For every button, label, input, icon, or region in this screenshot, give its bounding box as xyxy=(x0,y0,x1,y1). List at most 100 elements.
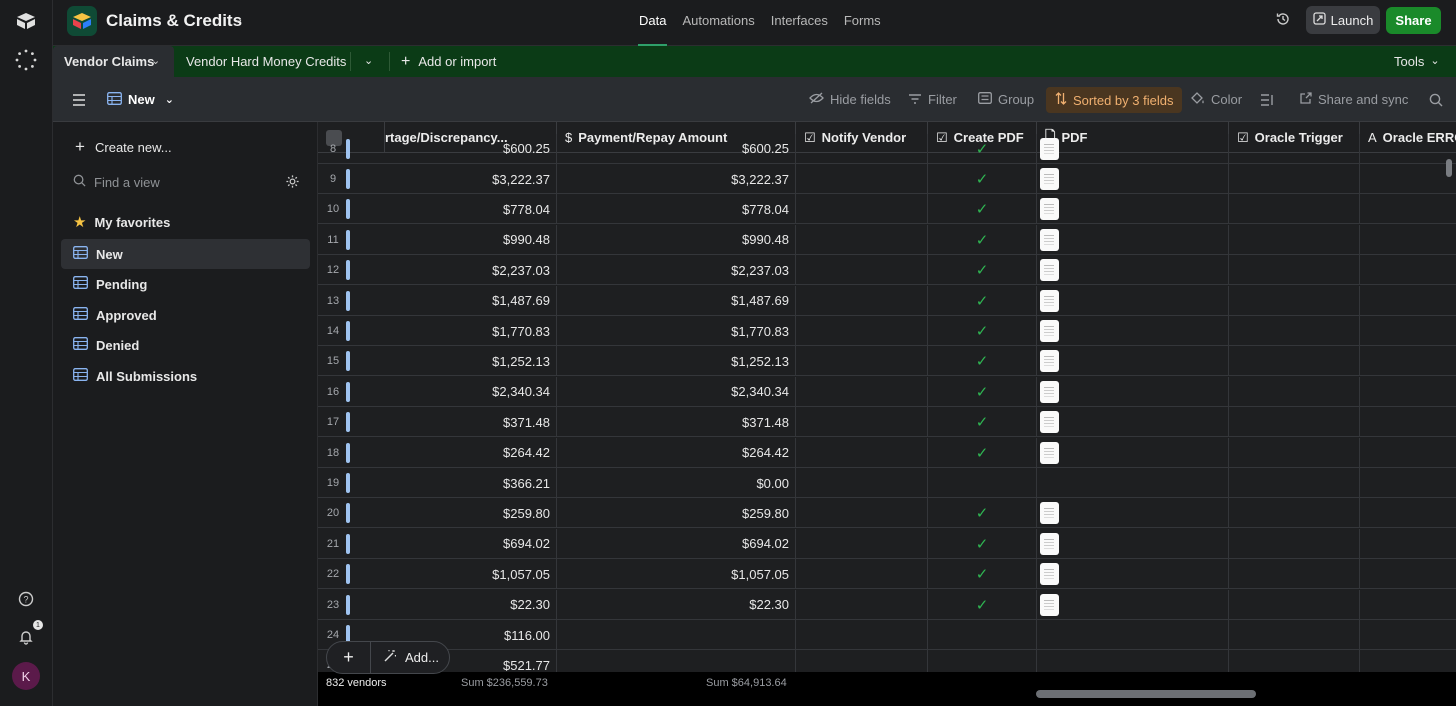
sidebar-view-pending[interactable]: Pending xyxy=(61,269,310,299)
sort-button[interactable]: Sorted by 3 fields xyxy=(1046,87,1183,113)
create-pdf-cell[interactable]: ✓ xyxy=(928,133,1037,164)
shortage-cell[interactable]: $1,487.69 xyxy=(385,285,557,316)
color-button[interactable]: Color xyxy=(1190,77,1242,122)
payment-cell[interactable]: $1,057.05 xyxy=(557,559,796,590)
create-pdf-cell[interactable]: ✓ xyxy=(928,498,1037,529)
table-row[interactable]: 9 $3,222.37 $3,222.37 ✓ xyxy=(318,164,1456,194)
pdf-thumbnail[interactable] xyxy=(1040,137,1059,160)
oracle-error-cell[interactable] xyxy=(1360,529,1456,559)
notify-vendor-cell[interactable] xyxy=(796,528,928,559)
pdf-thumbnail[interactable] xyxy=(1040,380,1059,403)
shortage-cell[interactable]: $366.21 xyxy=(385,468,557,498)
view-switcher[interactable]: New ⌄ xyxy=(107,77,174,122)
create-pdf-cell[interactable]: ✓ xyxy=(928,437,1037,468)
table-row[interactable]: 13 $1,487.69 $1,487.69 ✓ xyxy=(318,285,1456,316)
pdf-cell[interactable] xyxy=(1037,316,1229,346)
oracle-error-cell[interactable] xyxy=(1360,438,1456,468)
sidebar-view-approved[interactable]: Approved xyxy=(61,300,310,330)
oracle-error-cell[interactable] xyxy=(1360,559,1456,589)
create-pdf-cell[interactable]: ✓ xyxy=(928,194,1037,225)
payment-cell[interactable]: $259.80 xyxy=(557,498,796,529)
oracle-trigger-cell[interactable] xyxy=(1229,620,1360,650)
create-pdf-cell[interactable]: ✓ xyxy=(928,407,1037,438)
payment-cell[interactable]: $2,237.03 xyxy=(557,255,796,286)
notify-vendor-cell[interactable] xyxy=(796,407,928,438)
shortage-cell[interactable]: $694.02 xyxy=(385,528,557,559)
create-pdf-cell[interactable] xyxy=(928,650,1037,672)
pdf-thumbnail[interactable] xyxy=(1040,168,1059,190)
shortage-cell[interactable]: $990.48 xyxy=(385,224,557,255)
table-row[interactable]: 21 $694.02 $694.02 ✓ xyxy=(318,528,1456,559)
table-row[interactable]: 25$521.77 xyxy=(318,650,1456,672)
notify-vendor-cell[interactable] xyxy=(796,316,928,346)
oracle-error-cell[interactable] xyxy=(1360,225,1456,255)
row-height-icon[interactable] xyxy=(1260,77,1274,122)
create-pdf-cell[interactable] xyxy=(928,468,1037,498)
pdf-thumbnail[interactable] xyxy=(1040,502,1059,525)
pdf-thumbnail[interactable] xyxy=(1040,259,1059,282)
oracle-trigger-cell[interactable] xyxy=(1229,224,1360,255)
oracle-trigger-cell[interactable] xyxy=(1229,133,1360,164)
pdf-cell[interactable] xyxy=(1037,620,1229,650)
pdf-cell[interactable] xyxy=(1037,650,1229,672)
table-row[interactable]: 15 $1,252.13 $1,252.13 ✓ xyxy=(318,346,1456,377)
oracle-error-cell[interactable] xyxy=(1360,164,1456,194)
notify-vendor-cell[interactable] xyxy=(796,224,928,255)
shortage-cell[interactable]: $371.48 xyxy=(385,407,557,438)
oracle-trigger-cell[interactable] xyxy=(1229,559,1360,590)
tab-vendor-hard-money-credits[interactable]: Vendor Hard Money Credits xyxy=(186,46,346,77)
oracle-trigger-cell[interactable] xyxy=(1229,316,1360,346)
payment-cell[interactable]: $1,770.83 xyxy=(557,316,796,346)
plus-icon[interactable]: + xyxy=(327,642,371,673)
oracle-error-cell[interactable] xyxy=(1360,286,1456,316)
pdf-cell[interactable] xyxy=(1037,224,1229,255)
pdf-cell[interactable] xyxy=(1037,437,1229,468)
oracle-error-cell[interactable] xyxy=(1360,498,1456,528)
pdf-cell[interactable] xyxy=(1037,376,1229,407)
oracle-trigger-cell[interactable] xyxy=(1229,255,1360,286)
filter-button[interactable]: Filter xyxy=(908,77,957,122)
oracle-error-cell[interactable] xyxy=(1360,134,1456,164)
oracle-trigger-cell[interactable] xyxy=(1229,468,1360,498)
payment-cell[interactable]: $264.42 xyxy=(557,437,796,468)
shortage-cell[interactable]: $600.25 xyxy=(385,133,557,164)
pdf-thumbnail[interactable] xyxy=(1040,563,1059,586)
shortage-cell[interactable]: $3,222.37 xyxy=(385,164,557,194)
chevron-down-icon[interactable]: ⌄ xyxy=(364,46,373,77)
notify-vendor-cell[interactable] xyxy=(796,133,928,164)
create-pdf-cell[interactable]: ✓ xyxy=(928,559,1037,590)
oracle-trigger-cell[interactable] xyxy=(1229,589,1360,620)
nav-forms[interactable]: Forms xyxy=(843,0,882,46)
table-row[interactable]: 23 $22.30 $22.30 ✓ xyxy=(318,589,1456,620)
notify-vendor-cell[interactable] xyxy=(796,650,928,672)
oracle-error-cell[interactable] xyxy=(1360,650,1456,672)
oracle-error-cell[interactable] xyxy=(1360,194,1456,224)
shortage-cell[interactable]: $264.42 xyxy=(385,437,557,468)
shortage-cell[interactable]: $259.80 xyxy=(385,498,557,529)
pdf-thumbnail[interactable] xyxy=(1040,593,1059,616)
app-title[interactable]: Claims & Credits xyxy=(106,11,242,31)
launch-button[interactable]: Launch xyxy=(1306,6,1380,34)
add-button[interactable]: Add... xyxy=(405,650,439,665)
pdf-thumbnail[interactable] xyxy=(1040,350,1059,373)
pdf-cell[interactable] xyxy=(1037,346,1229,377)
pdf-cell[interactable] xyxy=(1037,164,1229,194)
payment-cell[interactable]: $990.48 xyxy=(557,224,796,255)
notify-vendor-cell[interactable] xyxy=(796,589,928,620)
create-pdf-cell[interactable]: ✓ xyxy=(928,376,1037,407)
oracle-trigger-cell[interactable] xyxy=(1229,194,1360,225)
gear-icon[interactable] xyxy=(285,174,300,192)
table-row[interactable]: 12 $2,237.03 $2,237.03 ✓ xyxy=(318,255,1456,286)
nav-automations[interactable]: Automations xyxy=(681,0,755,46)
notify-vendor-cell[interactable] xyxy=(796,498,928,529)
oracle-trigger-cell[interactable] xyxy=(1229,407,1360,438)
add-or-import-button[interactable]: + Add or import xyxy=(401,46,496,77)
create-pdf-cell[interactable]: ✓ xyxy=(928,255,1037,286)
pdf-cell[interactable] xyxy=(1037,194,1229,225)
notify-vendor-cell[interactable] xyxy=(796,285,928,316)
chevron-down-icon[interactable]: ⌄ xyxy=(233,11,244,27)
oracle-trigger-cell[interactable] xyxy=(1229,376,1360,407)
pdf-cell[interactable] xyxy=(1037,589,1229,620)
table-row[interactable]: 19 $366.21 $0.00 xyxy=(318,468,1456,498)
oracle-error-cell[interactable] xyxy=(1360,468,1456,498)
